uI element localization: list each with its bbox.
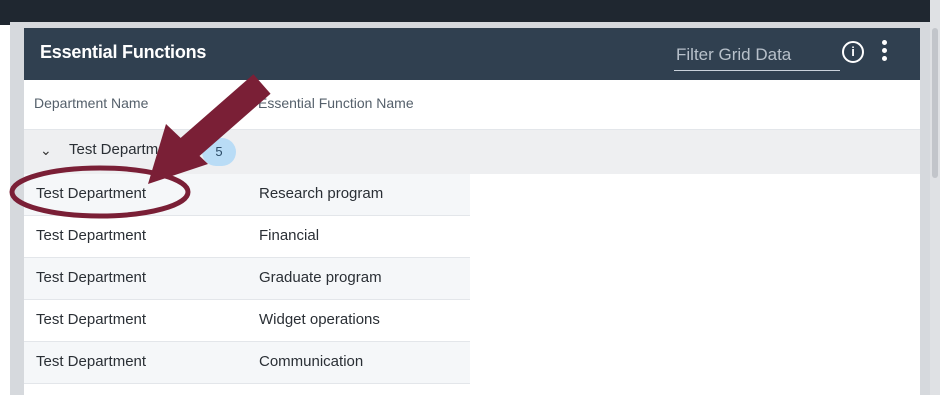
table-row[interactable]: Test Department Financial xyxy=(24,216,470,258)
group-count-badge: 5 xyxy=(202,138,236,166)
panel-title: Essential Functions xyxy=(40,42,207,62)
group-label: Test Department xyxy=(69,141,180,158)
window-scrollbar[interactable] xyxy=(930,0,940,395)
group-row-test-department[interactable]: ⌄ Test Department 5 xyxy=(24,130,920,174)
column-header-function[interactable]: Essential Function Name xyxy=(258,95,414,111)
cell-function: Communication xyxy=(259,353,364,370)
panel-header: Essential Functions i xyxy=(24,28,920,80)
cell-function: Research program xyxy=(259,185,384,202)
chevron-down-icon[interactable]: ⌄ xyxy=(40,142,52,159)
cell-department: Test Department xyxy=(36,185,147,202)
table-row[interactable]: Test Department Communication xyxy=(24,342,470,384)
cell-department: Test Department xyxy=(36,311,147,328)
grid-rows: Test Department Research program Test De… xyxy=(24,174,470,384)
column-header-row: Department Name Essential Function Name xyxy=(24,80,920,130)
column-header-department[interactable]: Department Name xyxy=(34,95,148,111)
info-icon[interactable]: i xyxy=(842,41,864,63)
cell-department: Test Department xyxy=(36,353,147,370)
more-vertical-icon[interactable] xyxy=(880,40,888,64)
cell-function: Graduate program xyxy=(259,269,382,286)
table-row[interactable]: Test Department Research program xyxy=(24,174,470,216)
cell-function: Financial xyxy=(259,227,320,244)
filter-grid-input[interactable] xyxy=(674,40,840,71)
cell-department: Test Department xyxy=(36,227,147,244)
table-row[interactable]: Test Department Graduate program xyxy=(24,258,470,300)
scrollbar-thumb[interactable] xyxy=(932,28,938,178)
cell-function: Widget operations xyxy=(259,311,380,328)
cell-department: Test Department xyxy=(36,269,147,286)
table-row[interactable]: Test Department Widget operations xyxy=(24,300,470,342)
essential-functions-panel: Essential Functions i Department Name Es… xyxy=(24,28,920,395)
